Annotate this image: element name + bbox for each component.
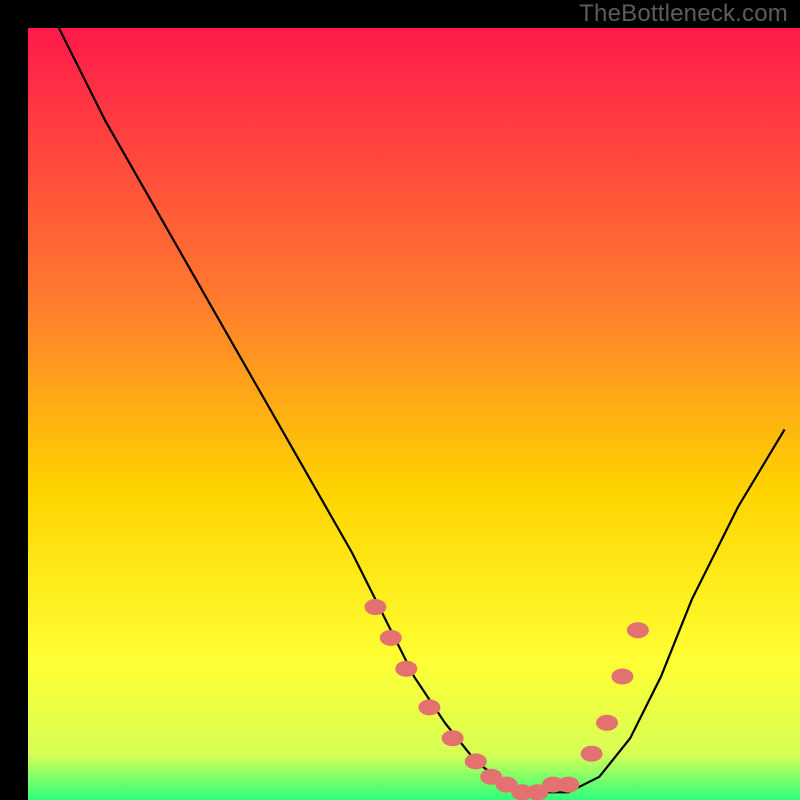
chart-frame	[14, 14, 786, 786]
watermark-text: TheBottleneck.com	[579, 0, 788, 28]
dot	[627, 622, 649, 638]
dot	[418, 699, 440, 715]
dot	[611, 669, 633, 685]
dot	[364, 599, 386, 615]
bottleneck-chart	[28, 28, 800, 800]
dot	[581, 746, 603, 762]
dot	[465, 753, 487, 769]
dot	[596, 715, 618, 731]
dot	[380, 630, 402, 646]
gradient-background	[28, 28, 800, 800]
dot	[395, 661, 417, 677]
dot	[442, 730, 464, 746]
dot	[557, 777, 579, 793]
